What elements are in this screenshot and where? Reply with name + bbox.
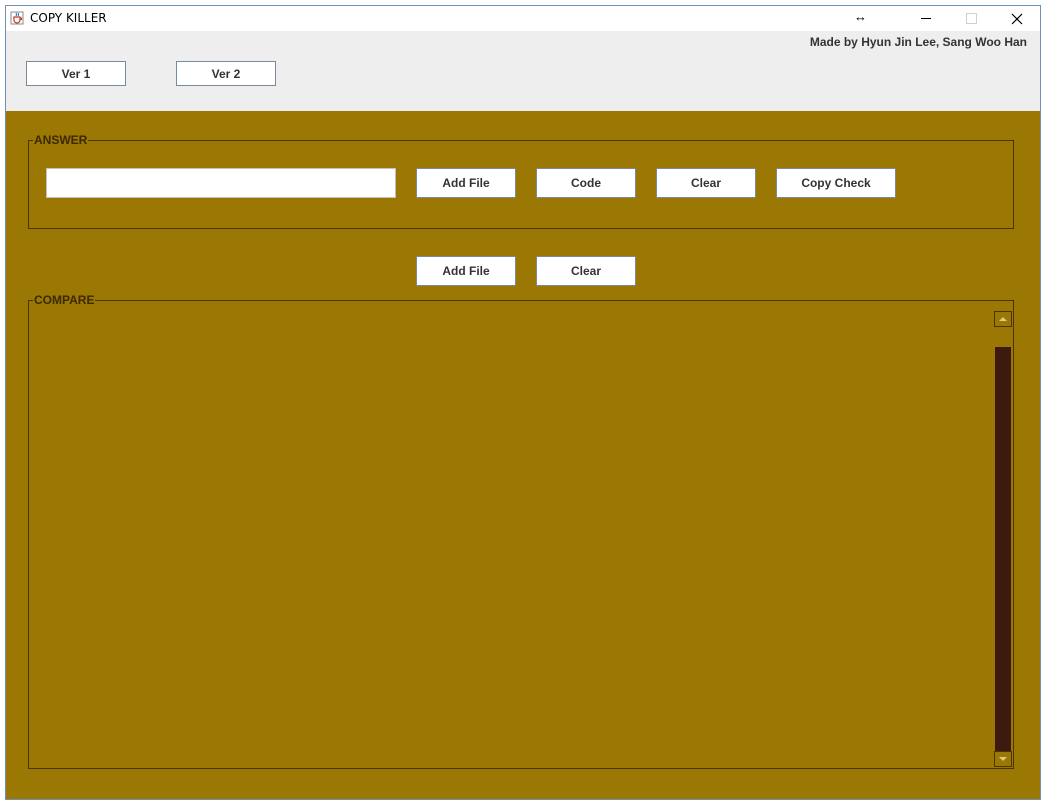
chevron-up-icon bbox=[999, 317, 1007, 321]
scroll-thumb[interactable] bbox=[995, 347, 1011, 751]
maximize-icon bbox=[965, 13, 977, 24]
maximize-button[interactable] bbox=[948, 6, 994, 31]
copy-check-button[interactable]: Copy Check bbox=[776, 168, 896, 198]
compare-scrollbar[interactable] bbox=[994, 311, 1012, 767]
top-bar: Made by Hyun Jin Lee, Sang Woo Han Ver 1… bbox=[6, 31, 1040, 111]
compare-clear-button[interactable]: Clear bbox=[536, 256, 636, 286]
window-title: COPY KILLER bbox=[30, 11, 107, 25]
close-icon bbox=[1011, 13, 1023, 24]
minimize-button[interactable] bbox=[903, 6, 949, 31]
chevron-down-icon bbox=[999, 757, 1007, 761]
answer-clear-button[interactable]: Clear bbox=[656, 168, 756, 198]
main-panel: ANSWER Add File Code Clear Copy Check Ad… bbox=[6, 111, 1040, 799]
minimize-icon bbox=[921, 18, 931, 19]
title-bar[interactable]: COPY KILLER ↔ bbox=[6, 6, 1040, 31]
answer-group: ANSWER Add File Code Clear Copy Check bbox=[28, 134, 1014, 229]
credit-text: Made by Hyun Jin Lee, Sang Woo Han bbox=[809, 35, 1027, 49]
answer-file-input[interactable] bbox=[46, 168, 396, 198]
ver-2-button[interactable]: Ver 2 bbox=[176, 61, 276, 86]
compare-add-file-button[interactable]: Add File bbox=[416, 256, 516, 286]
resize-horizontal-icon: ↔ bbox=[854, 9, 867, 24]
answer-add-file-button[interactable]: Add File bbox=[416, 168, 516, 198]
code-button[interactable]: Code bbox=[536, 168, 636, 198]
java-coffee-cup-icon bbox=[10, 11, 24, 25]
close-button[interactable] bbox=[994, 6, 1040, 31]
scroll-up-button[interactable] bbox=[994, 311, 1012, 327]
scroll-down-button[interactable] bbox=[994, 751, 1012, 767]
compare-legend: COMPARE bbox=[33, 293, 96, 307]
answer-legend: ANSWER bbox=[33, 133, 89, 147]
app-window: COPY KILLER ↔ Made by Hyun Jin Lee, Sang… bbox=[5, 5, 1041, 800]
compare-group: COMPARE bbox=[28, 294, 1014, 769]
ver-1-button[interactable]: Ver 1 bbox=[26, 61, 126, 86]
